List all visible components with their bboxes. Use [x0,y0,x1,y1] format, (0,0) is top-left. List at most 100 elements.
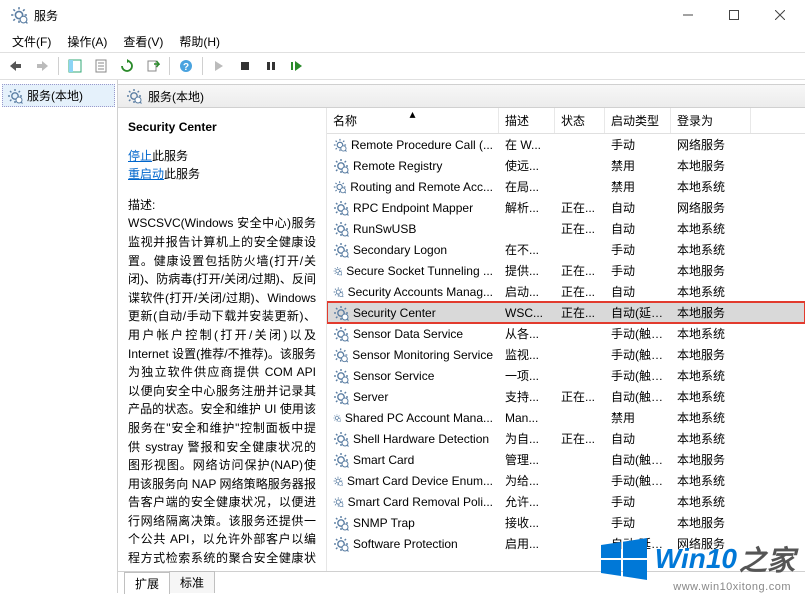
workspace: 服务(本地) 服务(本地) Security Center 停止此服务 重启动此… [0,80,805,593]
column-name-label: 名称 [333,114,357,128]
cell-logon: 本地系统 [671,282,751,301]
cell-status [555,459,605,461]
show-hide-tree-button[interactable] [63,55,87,77]
cell-description: 为自... [499,429,555,448]
table-row[interactable]: Remote Procedure Call (...在 W...手动网络服务 [327,134,805,155]
gear-icon [333,158,349,174]
cell-status [555,501,605,503]
properties-button[interactable] [89,55,113,77]
back-button[interactable] [4,55,28,77]
cell-startup: 禁用 [605,177,671,196]
cell-logon: 本地系统 [671,387,751,406]
table-row[interactable]: Smart Card Removal Poli...允许...手动本地系统 [327,491,805,512]
table-row[interactable]: Security CenterWSC...正在...自动(延迟...本地服务 [327,302,805,323]
stop-service-button[interactable] [233,55,257,77]
cell-logon: 本地服务 [671,156,751,175]
table-row[interactable]: RPC Endpoint Mapper解析...正在...自动网络服务 [327,197,805,218]
forward-button[interactable] [30,55,54,77]
cell-description: WSC... [499,305,555,321]
table-row[interactable]: Shell Hardware Detection为自...正在...自动本地系统 [327,428,805,449]
cell-logon: 本地系统 [671,324,751,343]
cell-logon: 本地系统 [671,429,751,448]
cell-description: 在 W... [499,135,555,154]
cell-startup: 自动 [605,219,671,238]
help-button[interactable]: ? [174,55,198,77]
cell-logon: 本地系统 [671,408,751,427]
gear-icon [333,137,347,153]
cell-logon: 本地系统 [671,366,751,385]
cell-description: 提供... [499,261,555,280]
service-actions: 停止此服务 重启动此服务 [128,147,316,184]
table-row[interactable]: Server支持...正在...自动(触发...本地系统 [327,386,805,407]
cell-logon: 本地系统 [671,177,751,196]
table-row[interactable]: Secondary Logon在不...手动本地系统 [327,239,805,260]
cell-logon: 网络服务 [671,198,751,217]
refresh-button[interactable] [115,55,139,77]
cell-status [555,354,605,356]
column-status[interactable]: 状态 [555,108,605,133]
restart-link[interactable]: 重启动 [128,167,164,181]
menu-view[interactable]: 查看(V) [115,31,171,52]
table-row[interactable]: Sensor Data Service从各...手动(触发...本地系统 [327,323,805,344]
cell-status [555,165,605,167]
cell-description: 从各... [499,324,555,343]
cell-logon: 本地系统 [671,240,751,259]
cell-name: Sensor Service [327,367,499,385]
maximize-button[interactable] [711,0,757,30]
gear-icon [333,242,349,258]
cell-logon: 本地系统 [671,492,751,511]
table-row[interactable]: Smart Card Device Enum...为给...手动(触发...本地… [327,470,805,491]
service-list[interactable]: Remote Procedure Call (...在 W...手动网络服务Re… [327,134,805,571]
table-row[interactable]: Sensor Service一项...手动(触发...本地系统 [327,365,805,386]
description-label: 描述: [128,196,316,215]
minimize-button[interactable] [665,0,711,30]
tab-extended[interactable]: 扩展 [124,572,170,594]
tab-standard[interactable]: 标准 [169,571,215,593]
table-row[interactable]: Shared PC Account Mana...Man...禁用本地系统 [327,407,805,428]
pause-service-button[interactable] [259,55,283,77]
table-row[interactable]: Sensor Monitoring Service监视...手动(触发...本地… [327,344,805,365]
cell-name: RPC Endpoint Mapper [327,199,499,217]
table-row[interactable]: Security Accounts Manag...启动...正在...自动本地… [327,281,805,302]
menu-help[interactable]: 帮助(H) [171,31,228,52]
cell-description: 接收... [499,513,555,532]
cell-status [555,522,605,524]
gear-icon [333,221,349,237]
cell-startup: 手动(触发... [605,345,671,364]
column-startup[interactable]: 启动类型 [605,108,671,133]
cell-logon: 本地服务 [671,450,751,469]
cell-status: 正在... [555,303,605,322]
menu-action[interactable]: 操作(A) [59,31,115,52]
export-button[interactable] [141,55,165,77]
cell-name: Sensor Monitoring Service [327,346,499,364]
menu-file[interactable]: 文件(F) [4,31,59,52]
restart-service-button[interactable] [285,55,309,77]
table-row[interactable]: RunSwUSB正在...自动本地系统 [327,218,805,239]
selected-service-title: Security Center [128,118,316,137]
cell-name: Smart Card [327,451,499,469]
gear-icon [333,368,349,384]
cell-startup: 自动 [605,198,671,217]
column-description[interactable]: 描述 [499,108,555,133]
cell-description: 解析... [499,198,555,217]
content-body: Security Center 停止此服务 重启动此服务 描述: WSCSVC(… [118,108,805,571]
watermark-brand1: Win10 [655,543,737,575]
tree-node-services-local[interactable]: 服务(本地) [2,84,115,107]
cell-name: Server [327,388,499,406]
cell-description: Man... [499,410,555,426]
table-row[interactable]: Routing and Remote Acc...在局...禁用本地系统 [327,176,805,197]
cell-startup: 自动 [605,282,671,301]
table-row[interactable]: Secure Socket Tunneling ...提供...正在...手动本… [327,260,805,281]
start-service-button[interactable] [207,55,231,77]
toolbar: ? [0,52,805,80]
gear-icon [333,515,349,531]
close-button[interactable] [757,0,803,30]
table-row[interactable]: Remote Registry使远...禁用本地服务 [327,155,805,176]
cell-startup: 禁用 [605,156,671,175]
column-name[interactable]: 名称▴ [327,108,499,133]
column-logon[interactable]: 登录为 [671,108,751,133]
stop-link[interactable]: 停止 [128,149,152,163]
table-row[interactable]: Smart Card管理...自动(触发...本地服务 [327,449,805,470]
table-row[interactable]: SNMP Trap接收...手动本地服务 [327,512,805,533]
gear-icon [333,389,349,405]
